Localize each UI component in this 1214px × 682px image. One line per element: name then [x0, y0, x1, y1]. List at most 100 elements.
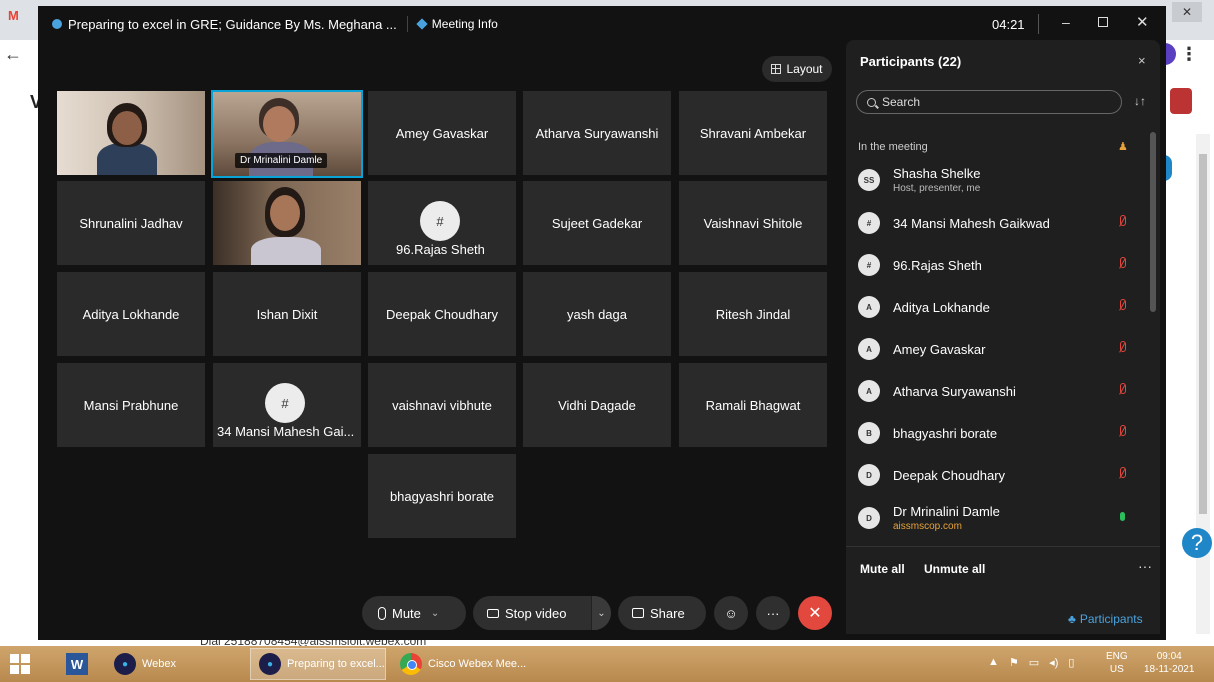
taskbar-clock[interactable]: 09:04 18-11-2021: [1144, 650, 1194, 676]
muted-mic-icon[interactable]: [1118, 299, 1126, 313]
participant-tile[interactable]: Ritesh Jindal: [679, 272, 827, 356]
chevron-down-icon[interactable]: ⌄: [431, 608, 439, 619]
taskbar-meeting-window[interactable]: ● Preparing to excel...: [250, 648, 386, 680]
page-scrollbar[interactable]: [1196, 134, 1210, 634]
participant-list-avatar: A: [858, 338, 880, 360]
participant-tile[interactable]: Sujeet Gadekar: [523, 181, 671, 265]
chevron-down-icon[interactable]: ⌄: [591, 596, 611, 630]
network-icon[interactable]: ▭: [1029, 656, 1039, 669]
meeting-timer: 04:21: [992, 17, 1025, 32]
more-options-button[interactable]: ···: [756, 596, 790, 630]
participant-list-avatar: A: [858, 296, 880, 318]
participant-tile[interactable]: Mansi Prabhune: [57, 363, 205, 447]
participant-list-avatar: #: [858, 254, 880, 276]
participant-list-subtitle: Host, presenter, me: [893, 183, 981, 194]
language-indicator[interactable]: ENG US: [1106, 650, 1128, 676]
participants-tab-button[interactable]: ♣ Participants: [1068, 612, 1143, 626]
participant-list-item[interactable]: A Aditya Lokhande: [858, 287, 1138, 327]
webex-window: Preparing to excel in GRE; Guidance By M…: [38, 6, 1166, 640]
participant-list-avatar: B: [858, 422, 880, 444]
participant-list-name: Shasha Shelke: [893, 166, 981, 181]
panel-more-icon[interactable]: ···: [1138, 558, 1152, 574]
participant-list-name: Aditya Lokhande: [893, 299, 990, 315]
help-button[interactable]: ?: [1182, 528, 1212, 558]
participant-list-item[interactable]: A Amey Gavaskar: [858, 329, 1138, 369]
taskbar-webex[interactable]: ● Webex: [106, 648, 246, 680]
gmail-tab-icon[interactable]: M: [8, 8, 28, 24]
video-tile-participant[interactable]: [213, 181, 361, 265]
participant-tile[interactable]: # 96.Rajas Sheth: [368, 181, 516, 265]
volume-icon[interactable]: ◂): [1049, 656, 1058, 669]
video-name-tag: Dr Mrinalini Damle: [235, 153, 328, 168]
minimize-button[interactable]: –: [1062, 14, 1070, 30]
people-icon: ♣: [1068, 612, 1076, 626]
muted-mic-icon[interactable]: [1118, 341, 1126, 355]
browser-menu-icon[interactable]: ⋮: [1180, 44, 1198, 65]
mute-all-button[interactable]: Mute all: [860, 562, 905, 576]
muted-mic-icon[interactable]: [1118, 257, 1126, 271]
participant-tile[interactable]: bhagyashri borate: [368, 454, 516, 538]
chevron-up-icon[interactable]: ▲: [988, 656, 999, 669]
start-button[interactable]: [10, 654, 30, 674]
taskbar-word[interactable]: W: [58, 648, 98, 680]
video-tile-active-speaker[interactable]: Dr Mrinalini Damle: [211, 90, 363, 178]
muted-mic-icon[interactable]: [1118, 215, 1126, 229]
info-icon: [416, 18, 428, 30]
participant-list-item[interactable]: Bbhagyashri borate: [858, 413, 1138, 453]
participant-list-item[interactable]: SS Shasha Shelke Host, presenter, me: [858, 160, 1138, 200]
leave-meeting-button[interactable]: ✕: [798, 596, 832, 630]
panel-scrollbar[interactable]: [1150, 132, 1156, 312]
windows-taskbar: W ● Webex ● Preparing to excel... Cisco …: [0, 646, 1214, 682]
participant-list-item[interactable]: #96.Rajas Sheth: [858, 245, 1138, 285]
participant-tile[interactable]: Deepak Choudhary: [368, 272, 516, 356]
participant-tile[interactable]: Shravani Ambekar: [679, 91, 827, 175]
layout-button[interactable]: Layout: [762, 56, 832, 82]
participant-tile[interactable]: Atharva Suryawanshi: [523, 91, 671, 175]
muted-mic-icon[interactable]: [1118, 425, 1126, 439]
site-logo: [1170, 88, 1192, 114]
muted-mic-icon[interactable]: [1118, 467, 1126, 481]
battery-icon[interactable]: ▯: [1068, 656, 1074, 669]
share-button[interactable]: Share: [618, 596, 706, 630]
flag-icon[interactable]: ⚑: [1009, 656, 1019, 669]
participant-list-item[interactable]: #34 Mansi Mahesh Gaikwad: [858, 203, 1138, 243]
participant-list-item[interactable]: A Atharva Suryawanshi: [858, 371, 1138, 411]
word-icon: W: [66, 653, 88, 675]
unmute-all-button[interactable]: Unmute all: [924, 562, 985, 576]
participant-tile[interactable]: Aditya Lokhande: [57, 272, 205, 356]
reactions-button[interactable]: ☺: [714, 596, 748, 630]
section-heading: In the meeting: [858, 141, 928, 153]
participant-list-avatar: D: [858, 507, 880, 529]
participant-list-subtitle: aissmscop.com: [893, 521, 962, 532]
system-tray[interactable]: ▲ ⚑ ▭ ◂) ▯: [988, 656, 1074, 669]
participant-search-input[interactable]: Search: [856, 90, 1122, 114]
panel-close-icon[interactable]: ×: [1138, 53, 1146, 68]
taskbar-chrome[interactable]: Cisco Webex Mee...: [392, 648, 528, 680]
participant-list-name: bhagyashri borate: [893, 425, 998, 441]
meeting-info-button[interactable]: Meeting Info: [432, 17, 498, 31]
chrome-icon: [400, 653, 422, 675]
participant-tile[interactable]: yash daga: [523, 272, 671, 356]
participant-tile[interactable]: Ramali Bhagwat: [679, 363, 827, 447]
active-mic-icon[interactable]: [1118, 510, 1126, 524]
participant-list-item[interactable]: D Deepak Choudhary: [858, 455, 1138, 495]
browser-close-icon[interactable]: ✕: [1172, 2, 1202, 22]
participant-tile[interactable]: Vaishnavi Shitole: [679, 181, 827, 265]
participant-list-item[interactable]: D Dr Mrinalini Damle aissmscop.com: [858, 498, 1138, 538]
sort-icon[interactable]: ↓↑: [1134, 94, 1146, 108]
mute-button[interactable]: Mute ⌄: [362, 596, 466, 630]
participant-tile[interactable]: Ishan Dixit: [213, 272, 361, 356]
participant-tile[interactable]: Amey Gavaskar: [368, 91, 516, 175]
close-window-button[interactable]: ✕: [1136, 13, 1149, 31]
participant-tile[interactable]: vaishnavi vibhute: [368, 363, 516, 447]
browser-back-icon[interactable]: ←: [4, 44, 22, 65]
stop-video-button[interactable]: Stop video ⌄: [473, 596, 611, 630]
maximize-button[interactable]: [1098, 17, 1108, 27]
video-tile-participant[interactable]: [57, 91, 205, 175]
layout-label: Layout: [786, 62, 823, 76]
participant-tile[interactable]: # 34 Mansi Mahesh Gai...: [213, 363, 361, 447]
muted-mic-icon[interactable]: [1118, 383, 1126, 397]
webex-logo-icon: [52, 19, 62, 29]
participant-tile[interactable]: Vidhi Dagade: [523, 363, 671, 447]
participant-tile[interactable]: Shrunalini Jadhav: [57, 181, 205, 265]
